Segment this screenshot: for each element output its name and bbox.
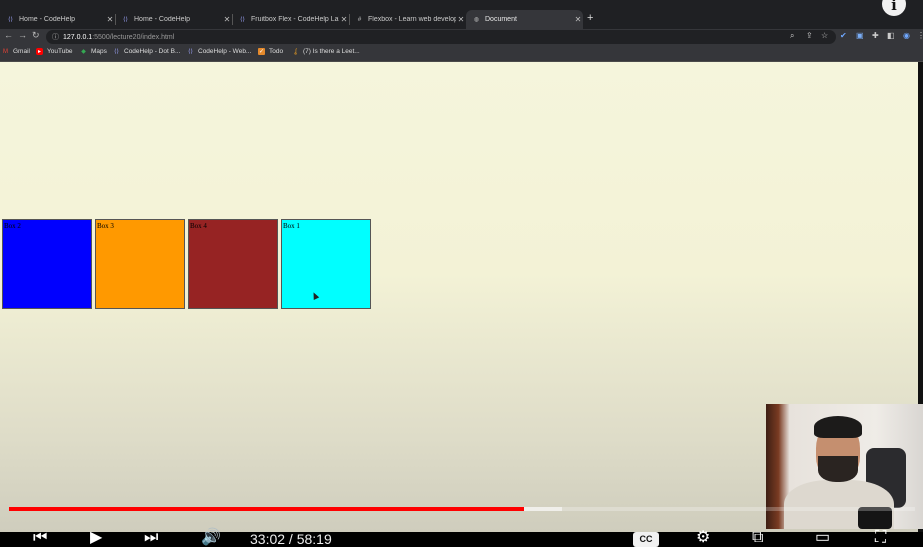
tab-title: Flexbox - Learn web developm <box>368 16 456 23</box>
site-info-icon[interactable]: ⓘ <box>52 32 59 42</box>
bookmark-label: CodeHelp - Web... <box>198 48 252 55</box>
box-label: Box 2 <box>4 222 21 230</box>
box-label: Box 1 <box>283 222 300 230</box>
box-label: Box 4 <box>190 222 207 230</box>
box-label: Box 3 <box>97 222 114 230</box>
bookmark-item[interactable]: ʆ (7) Is there a Leet... <box>292 48 360 55</box>
browser-tab-active[interactable]: ◍ Document ✕ <box>466 10 583 29</box>
bookmark-star-icon[interactable]: ☆ <box>821 31 828 40</box>
volume-icon[interactable]: 🔊 <box>201 528 221 547</box>
bookmarks-bar: M Gmail ▸ YouTube ◆ Maps ⟨⟩ CodeHelp - Dot B… <box>0 45 923 62</box>
browser-toolbar: ← → ↻ ⓘ 127.0.0.1:5500/lecture20/index.h… <box>0 29 923 45</box>
codehelp-icon: ⟨⟩ <box>123 17 128 23</box>
bookmark-item[interactable]: ▸ YouTube <box>36 48 73 55</box>
fullscreen-icon[interactable]: ⛶ <box>875 528 886 547</box>
browser-tab[interactable]: ⟨⟩ Home - CodeHelp ✕ <box>0 10 115 29</box>
bookmark-label: Gmail <box>13 48 30 55</box>
browser-tab[interactable]: # Flexbox - Learn web developm ✕ <box>349 10 466 29</box>
bookmark-item[interactable]: ⟨⟩ CodeHelp - Web... <box>187 48 251 55</box>
codehelp-icon: ⟨⟩ <box>8 17 13 23</box>
back-icon[interactable]: ← <box>4 30 13 40</box>
address-bar[interactable]: ⓘ 127.0.0.1:5500/lecture20/index.html <box>46 30 836 44</box>
video-controls: ⏮ ▶ ⏭ 🔊 33:02 / 58:19 CC ⚙ ⧉ ▭ ⛶ <box>0 528 923 547</box>
globe-icon: ◍ <box>473 17 480 23</box>
bookmark-label: CodeHelp - Dot B... <box>124 48 181 55</box>
share-icon[interactable]: ⇪ <box>806 31 813 40</box>
bookmark-label: YouTube <box>47 48 73 55</box>
close-tab-icon[interactable]: ✕ <box>339 15 349 24</box>
new-tab-button[interactable]: + <box>587 12 593 24</box>
miniplayer-icon[interactable]: ⧉ <box>752 528 763 547</box>
previous-icon[interactable]: ⏮ <box>33 528 47 547</box>
browser-tab[interactable]: ⟨⟩ Home - CodeHelp ✕ <box>115 10 232 29</box>
browser-tab-bar: ⟨⟩ Home - CodeHelp ✕ ⟨⟩ Home - CodeHelp … <box>0 0 923 29</box>
maps-icon: ◆ <box>81 49 86 55</box>
codehelp-icon: ⟨⟩ <box>240 17 245 23</box>
leetcode-icon: ʆ <box>294 48 297 55</box>
bookmark-item[interactable]: ⟨⟩ CodeHelp - Dot B... <box>113 48 180 55</box>
video-progress-bar[interactable] <box>9 507 915 511</box>
tab-title: Document <box>485 16 517 23</box>
flex-box: Box 1 <box>281 219 371 309</box>
tab-title: Home - CodeHelp <box>134 16 191 23</box>
bookmark-item[interactable]: M Gmail <box>2 48 30 55</box>
theater-mode-icon[interactable]: ▭ <box>815 528 830 547</box>
hash-icon: # <box>357 16 362 23</box>
codehelp-icon: ⟨⟩ <box>188 49 193 55</box>
presenter-hair <box>814 416 862 438</box>
gmail-icon: M <box>3 48 8 55</box>
close-tab-icon[interactable]: ✕ <box>573 15 583 24</box>
extensions-puzzle-icon[interactable]: ✚ <box>872 31 879 40</box>
bookmark-label: Todo <box>269 48 284 55</box>
url-host: 127.0.0.1 <box>63 33 93 41</box>
play-icon[interactable]: ▶ <box>90 528 102 547</box>
bookmark-item[interactable]: ◆ Maps <box>80 48 107 55</box>
browser-tab[interactable]: ⟨⟩ Fruitbox Flex - CodeHelp Labs ✕ <box>232 10 349 29</box>
flex-box: Box 3 <box>95 219 185 309</box>
presenter-beard <box>818 456 858 482</box>
zoom-icon[interactable]: ⌕ <box>790 31 794 41</box>
flex-box: Box 2 <box>2 219 92 309</box>
reload-icon[interactable]: ↻ <box>32 30 40 41</box>
played-bar <box>9 507 524 511</box>
youtube-icon: ▸ <box>36 48 43 55</box>
url-path: :5500/lecture20/index.html <box>92 33 175 41</box>
bookmark-label: (7) Is there a Leet... <box>303 48 360 55</box>
bookmark-label: Maps <box>91 48 107 55</box>
time-display: 33:02 / 58:19 <box>250 531 332 547</box>
close-tab-icon[interactable]: ✕ <box>105 15 115 24</box>
close-tab-icon[interactable]: ✕ <box>456 15 466 24</box>
extension-icon[interactable]: ✔ <box>840 31 847 40</box>
extension-icon[interactable]: ▣ <box>856 31 864 40</box>
todo-icon: ✓ <box>258 48 265 55</box>
flex-box: Box 4 <box>188 219 278 309</box>
settings-gear-icon[interactable]: ⚙ <box>696 528 710 547</box>
profile-icon[interactable]: ◉ <box>903 31 910 40</box>
codehelp-icon: ⟨⟩ <box>114 49 119 55</box>
tab-title: Home - CodeHelp <box>19 16 76 23</box>
bookmark-item[interactable]: ✓ Todo <box>258 48 283 55</box>
side-panel-icon[interactable]: ◧ <box>887 31 895 40</box>
tab-title: Fruitbox Flex - CodeHelp Labs <box>251 16 339 23</box>
captions-button[interactable]: CC <box>633 532 659 547</box>
menu-icon[interactable]: ⋮ <box>917 31 923 40</box>
forward-icon[interactable]: → <box>18 30 27 40</box>
next-icon[interactable]: ⏭ <box>144 528 158 547</box>
close-tab-icon[interactable]: ✕ <box>222 15 232 24</box>
